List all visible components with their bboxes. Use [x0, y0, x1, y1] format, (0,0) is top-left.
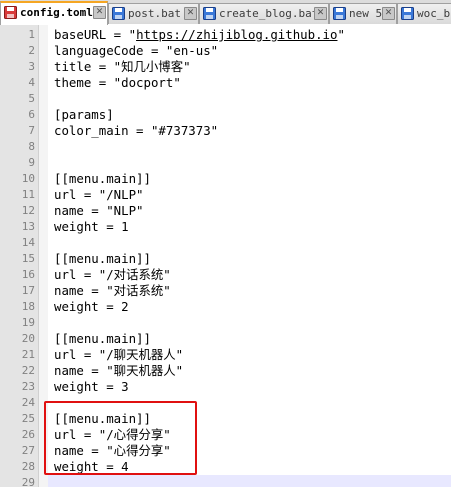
tab-label: post.bat — [128, 7, 181, 20]
line-text: [[menu.main]] — [54, 251, 151, 266]
code-line: 10 [[menu.main]] — [0, 171, 451, 187]
line-number: 8 — [28, 140, 35, 153]
line-number: 6 — [28, 108, 35, 121]
code-line: 5 — [0, 91, 451, 107]
line-number: 19 — [21, 316, 35, 329]
line-number: 25 — [21, 412, 35, 425]
line-number: 17 — [21, 284, 35, 297]
line-text: color_main = "#737373" — [54, 123, 219, 138]
line-number: 4 — [28, 76, 35, 89]
line-number: 28 — [21, 460, 35, 473]
line-text: baseURL = "https://zhijiblog.github.io" — [54, 27, 345, 42]
line-number: 9 — [28, 156, 35, 169]
tab-label: new 5 — [349, 7, 383, 20]
line-number: 21 — [21, 348, 35, 361]
line-number: 20 — [21, 332, 35, 345]
line-text: [[menu.main]] — [54, 171, 151, 186]
line-text: title = "知几小博客" — [54, 59, 191, 74]
line-number: 11 — [21, 188, 35, 201]
code-line: 9 — [0, 155, 451, 171]
line-number: 7 — [28, 124, 35, 137]
line-text: weight = 3 — [54, 379, 129, 394]
close-tab-icon[interactable]: ✕ — [184, 7, 197, 20]
line-number: 26 — [21, 428, 35, 441]
code-line: 20 [[menu.main]] — [0, 331, 451, 347]
line-text: theme = "docport" — [54, 75, 181, 90]
code-line: 16 url = "/对话系统" — [0, 267, 451, 283]
line-number: 23 — [21, 380, 35, 393]
tab-label: config.toml — [20, 6, 93, 19]
tab-label: create_blog.bat — [219, 7, 319, 20]
tab-create-blog-bat[interactable]: create_blog.bat ✕ — [199, 3, 329, 24]
line-text: name = "聊天机器人" — [54, 363, 184, 378]
line-text: name = "对话系统" — [54, 283, 171, 298]
tab-config-toml[interactable]: config.toml ✕ — [0, 1, 108, 25]
code-line: 14 — [0, 235, 451, 251]
save-disk-icon — [112, 7, 125, 20]
code-line: 21 url = "/聊天机器人" — [0, 347, 451, 363]
line-text: [params] — [54, 107, 114, 122]
close-tab-icon[interactable]: ✕ — [314, 7, 327, 20]
line-number: 3 — [28, 60, 35, 73]
code-line: 2 languageCode = "en-us" — [0, 43, 451, 59]
line-number: 15 — [21, 252, 35, 265]
line-text: [[menu.main]] — [54, 331, 151, 346]
line-number: 24 — [21, 396, 35, 409]
annotation-highlight-box — [44, 401, 197, 475]
line-text: url = "/对话系统" — [54, 267, 171, 282]
line-text: weight = 1 — [54, 219, 129, 234]
url-link[interactable]: https://zhijiblog.github.io — [136, 27, 337, 42]
code-line: 15 [[menu.main]] — [0, 251, 451, 267]
save-disk-icon — [203, 7, 216, 20]
save-disk-icon — [333, 7, 346, 20]
code-line-current: 29 — [0, 475, 451, 487]
line-number: 5 — [28, 92, 35, 105]
code-line: 13 weight = 1 — [0, 219, 451, 235]
current-line-highlight — [48, 475, 451, 487]
save-disk-icon — [4, 6, 17, 19]
line-text: url = "/NLP" — [54, 187, 144, 202]
code-line: 4 theme = "docport" — [0, 75, 451, 91]
line-text: languageCode = "en-us" — [54, 43, 219, 58]
code-line: 17 name = "对话系统" — [0, 283, 451, 299]
line-number: 22 — [21, 364, 35, 377]
close-tab-icon[interactable]: ✕ — [382, 7, 395, 20]
line-number: 1 — [28, 28, 35, 41]
code-line: 6 [params] — [0, 107, 451, 123]
line-number: 2 — [28, 44, 35, 57]
line-number: 13 — [21, 220, 35, 233]
code-line: 1 baseURL = "https://zhijiblog.github.io… — [0, 27, 451, 43]
code-line: 3 title = "知几小博客" — [0, 59, 451, 75]
code-line: 22 name = "聊天机器人" — [0, 363, 451, 379]
line-number: 12 — [21, 204, 35, 217]
line-text: weight = 2 — [54, 299, 129, 314]
code-line: 18 weight = 2 — [0, 299, 451, 315]
line-number: 18 — [21, 300, 35, 313]
code-line: 8 — [0, 139, 451, 155]
line-number: 10 — [21, 172, 35, 185]
code-line: 19 — [0, 315, 451, 331]
line-number: 27 — [21, 444, 35, 457]
code-line: 12 name = "NLP" — [0, 203, 451, 219]
tab-woc-b[interactable]: woc_b — [397, 3, 451, 24]
tab-label: woc_b — [417, 7, 451, 20]
code-line: 11 url = "/NLP" — [0, 187, 451, 203]
tab-bar: config.toml ✕ post.bat ✕ create_blog.bat… — [0, 0, 451, 25]
line-text: url = "/聊天机器人" — [54, 347, 184, 362]
save-disk-icon — [401, 7, 414, 20]
line-number: 29 — [21, 476, 35, 487]
tab-new-5[interactable]: new 5 ✕ — [329, 3, 397, 24]
line-number: 16 — [21, 268, 35, 281]
editor-window: config.toml ✕ post.bat ✕ create_blog.bat… — [0, 0, 451, 487]
line-number: 14 — [21, 236, 35, 249]
close-tab-icon[interactable]: ✕ — [93, 6, 106, 19]
line-text: name = "NLP" — [54, 203, 144, 218]
code-line: 23 weight = 3 — [0, 379, 451, 395]
tab-post-bat[interactable]: post.bat ✕ — [108, 3, 199, 24]
code-line: 7 color_main = "#737373" — [0, 123, 451, 139]
